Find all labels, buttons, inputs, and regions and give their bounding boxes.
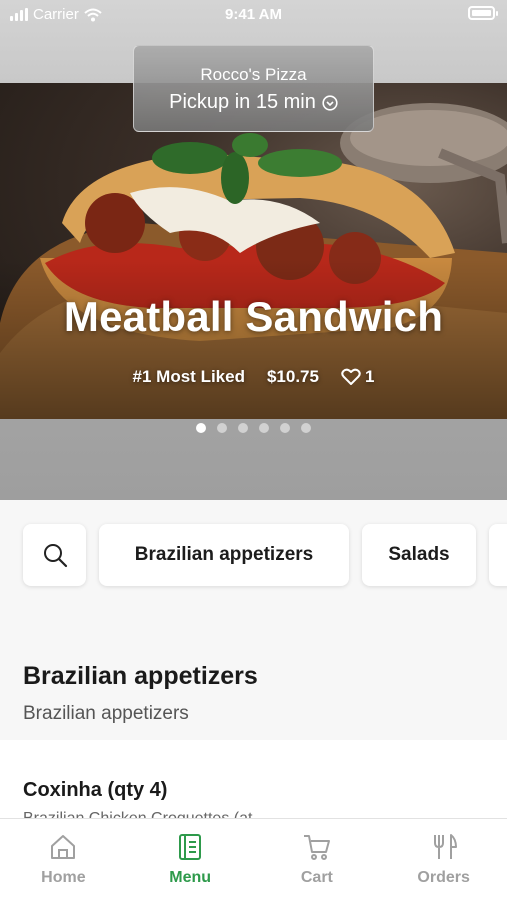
- featured-dish-title: Meatball Sandwich: [63, 293, 444, 340]
- section-title: Brazilian appetizers: [23, 662, 258, 690]
- home-icon: [51, 835, 76, 859]
- category-chip-brazilian-appetizers[interactable]: Brazilian appetizers: [99, 524, 349, 586]
- pickup-card[interactable]: Rocco's Pizza Pickup in 15 min: [133, 45, 374, 132]
- heart-icon: [341, 368, 361, 385]
- cart-icon: [303, 835, 330, 860]
- search-icon: [43, 544, 67, 568]
- carousel-dot[interactable]: [196, 423, 206, 433]
- featured-badge: #1 Most Liked: [132, 367, 245, 386]
- featured-dish-meta: #1 Most Liked $10.75 1: [0, 367, 507, 387]
- menu-item-title: Coxinha (qty 4): [23, 779, 168, 801]
- pickup-time-label: Pickup in 15 min: [169, 91, 316, 113]
- pickup-time: Pickup in 15 min: [134, 91, 373, 114]
- featured-price: $10.75: [266, 367, 319, 386]
- restaurant-name: Rocco's Pizza: [200, 65, 307, 84]
- menu-book-icon: [179, 834, 202, 860]
- category-bar: Brazilian appetizers Salads: [0, 500, 507, 620]
- carousel-dot[interactable]: [259, 423, 269, 433]
- carousel-dots[interactable]: [0, 423, 507, 433]
- tab-home[interactable]: Home: [0, 819, 127, 900]
- status-bar: Carrier 9:41 AM: [0, 0, 507, 30]
- battery-icon: [468, 6, 498, 20]
- carousel-dot[interactable]: [238, 423, 248, 433]
- search-button[interactable]: [23, 524, 86, 586]
- category-chip-salads[interactable]: Salads: [362, 524, 476, 586]
- carousel-dot[interactable]: [280, 423, 290, 433]
- carousel-dot[interactable]: [301, 423, 311, 433]
- tab-menu[interactable]: Menu: [127, 819, 254, 900]
- carousel-dot[interactable]: [217, 423, 227, 433]
- section-subtitle: Brazilian appetizers: [23, 703, 189, 724]
- category-chip-more[interactable]: [489, 524, 507, 586]
- tab-cart[interactable]: Cart: [254, 819, 381, 900]
- likes[interactable]: 1: [341, 367, 374, 387]
- tab-orders-label: Orders: [417, 869, 470, 886]
- tab-home-label: Home: [41, 869, 86, 886]
- fork-knife-icon: [433, 834, 457, 859]
- status-time: 9:41 AM: [225, 6, 282, 23]
- tab-orders[interactable]: Orders: [380, 819, 507, 900]
- tab-menu-label: Menu: [169, 869, 212, 886]
- likes-count: 1: [364, 367, 375, 386]
- menu-section-header: Brazilian appetizers Brazilian appetizer…: [0, 620, 507, 740]
- tab-cart-label: Cart: [300, 869, 333, 886]
- tab-bar: Home Menu Cart Orders: [0, 818, 507, 900]
- menu-item[interactable]: Coxinha (qty 4) Brazilian Chicken Croque…: [0, 740, 507, 820]
- chevron-down-circle-icon: [322, 94, 338, 111]
